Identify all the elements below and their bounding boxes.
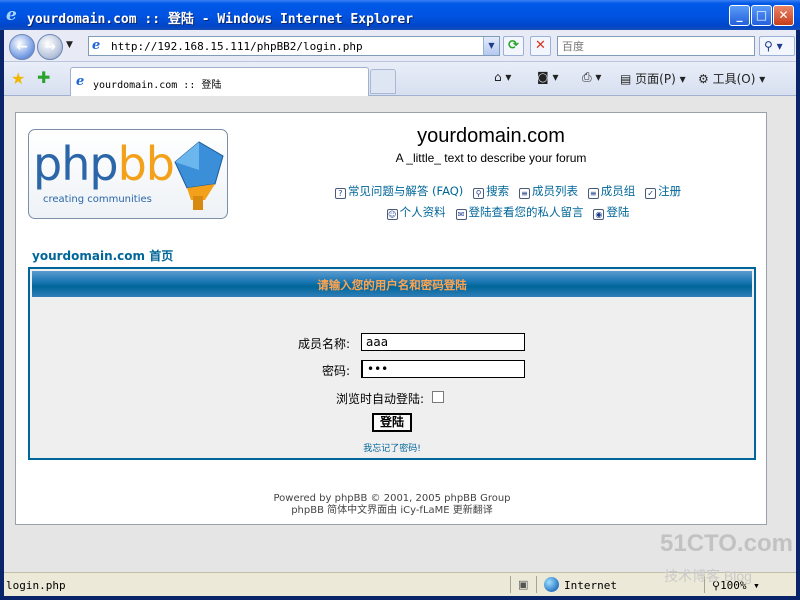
logo-text: phpbb	[33, 137, 175, 191]
nav-line-1: ? 常见问题与解答 (FAQ) ⚲ 搜索 ≡ 成员列表 ≡ 成员组 ✓ 注册	[298, 181, 718, 202]
faq-icon: ?	[334, 188, 346, 199]
history-dropdown-icon[interactable]: ▼	[66, 40, 73, 50]
autologin-label: 浏览时自动登陆:	[335, 392, 424, 406]
forward-button[interactable]: →	[37, 34, 63, 60]
login-header: 请输入您的用户名和密码登陆	[32, 271, 752, 297]
close-button[interactable]: ✕	[773, 5, 794, 26]
logo-tagline: creating communities	[43, 194, 152, 205]
messages-icon: ✉	[455, 209, 467, 220]
address-url[interactable]: http://192.168.15.111/phpBB2/login.php	[111, 40, 363, 53]
page-menu-label: 页面(P)	[635, 72, 676, 86]
search-box[interactable]	[557, 36, 755, 56]
favorites-star-icon[interactable]: ★	[11, 69, 25, 88]
nav-line-2: ☺ 个人资料 ✉ 登陆查看您的私人留言 ◉ 登陆	[298, 202, 718, 223]
address-dropdown-icon[interactable]: ▼	[483, 37, 499, 55]
nav-login[interactable]: ◉ 登陆	[593, 205, 629, 220]
footer-translation: phpBB 简体中文界面由 iCy-fLaME 更新翻译	[291, 505, 493, 516]
nav-search[interactable]: ⚲ 搜索	[473, 184, 509, 199]
members-icon: ≡	[518, 188, 530, 199]
footer-copyright[interactable]: Powered by phpBB © 2001, 2005 phpBB Grou…	[16, 493, 768, 505]
tab-login[interactable]: e yourdomain.com :: 登陆	[70, 67, 369, 96]
tab-bar: ★ ✚ e yourdomain.com :: 登陆 ⌂ ▾ ◙ ▾ ⎙ ▾ ▤…	[4, 62, 796, 96]
nav-profile[interactable]: ☺ 个人资料	[386, 205, 446, 220]
feeds-icon[interactable]: ◙ ▾	[537, 70, 558, 84]
breadcrumb[interactable]: yourdomain.com 首页	[32, 247, 173, 264]
login-icon: ◉	[593, 209, 605, 220]
title-bar: e yourdomain.com :: 登陆 - Windows Interne…	[0, 0, 800, 30]
site-title[interactable]: yourdomain.com	[316, 125, 666, 148]
zone-label: Internet	[564, 579, 617, 592]
password-field[interactable]: •••	[361, 360, 525, 378]
back-button[interactable]: ←	[9, 34, 35, 60]
nav-faq[interactable]: ? 常见问题与解答 (FAQ)	[334, 184, 463, 199]
page-icon: e	[92, 38, 101, 53]
stop-button[interactable]: ✕	[530, 36, 551, 56]
home-icon[interactable]: ⌂ ▾	[494, 70, 511, 84]
password-label: 密码:	[321, 364, 350, 378]
print-icon[interactable]: ⎙ ▾	[582, 70, 601, 85]
tab-label: yourdomain.com :: 登陆	[93, 80, 222, 91]
site-description: A _little_ text to describe your forum	[395, 151, 587, 165]
add-favorite-icon[interactable]: ✚	[37, 68, 50, 87]
page-footer: Powered by phpBB © 2001, 2005 phpBB Grou…	[16, 493, 768, 517]
login-button[interactable]: 登陆	[372, 413, 412, 432]
navigation-bar: ← → ▼ e http://192.168.15.111/phpBB2/log…	[4, 30, 796, 62]
status-text: login.php	[6, 579, 66, 592]
internet-zone-icon	[544, 577, 559, 592]
nav-members[interactable]: ≡ 成员列表	[518, 184, 578, 199]
login-panel: 请输入您的用户名和密码登陆 成员名称: aaa 密码: ••• 浏览时自动登陆:…	[28, 267, 756, 460]
logo-graphic-icon	[174, 141, 224, 210]
forgot-password-link[interactable]: 我忘记了密码!	[30, 441, 754, 454]
new-tab-button[interactable]	[370, 69, 396, 94]
phpbb-logo[interactable]: phpbb creating communities	[28, 129, 228, 219]
watermark-subtext: 技术博客 Blog	[664, 568, 752, 584]
refresh-button[interactable]: ⟳	[503, 36, 524, 56]
browser-content: phpbb creating communities yourdomain.co…	[4, 96, 796, 572]
status-divider	[510, 576, 511, 593]
search-input[interactable]	[558, 37, 754, 55]
minimize-button[interactable]: _	[729, 5, 750, 26]
groups-icon: ≡	[587, 188, 599, 199]
search-icon: ⚲	[473, 188, 485, 199]
nav-messages[interactable]: ✉ 登陆查看您的私人留言	[455, 205, 584, 220]
tools-menu-button[interactable]: ⚙ 工具(O) ▾	[698, 70, 765, 87]
tools-menu-label: 工具(O)	[712, 72, 756, 86]
watermark-text: 51CTO.com	[660, 530, 793, 557]
profile-icon: ☺	[386, 209, 398, 220]
forum-page: phpbb creating communities yourdomain.co…	[15, 112, 767, 525]
register-icon: ✓	[645, 188, 657, 199]
nav-groups[interactable]: ≡ 成员组	[587, 184, 635, 199]
autologin-checkbox[interactable]	[432, 391, 444, 403]
nav-register[interactable]: ✓ 注册	[645, 184, 681, 199]
tab-page-icon: e	[76, 74, 85, 89]
forum-nav: ? 常见问题与解答 (FAQ) ⚲ 搜索 ≡ 成员列表 ≡ 成员组 ✓ 注册 ☺ 个人资料 …	[298, 181, 718, 223]
window-title: yourdomain.com :: 登陆 - Windows Internet …	[27, 12, 414, 27]
address-bar[interactable]: e http://192.168.15.111/phpBB2/login.php…	[88, 36, 500, 56]
maximize-button[interactable]: □	[751, 5, 772, 26]
protected-mode-icon: ▣	[518, 578, 529, 591]
status-divider	[536, 576, 537, 593]
magnifier-icon: ⚲	[764, 39, 773, 53]
search-button[interactable]: ⚲ ▾	[759, 36, 795, 56]
username-label: 成员名称:	[297, 337, 350, 351]
username-field[interactable]: aaa	[361, 333, 525, 351]
ie-logo-icon: e	[6, 5, 17, 25]
page-menu-button[interactable]: ▤ 页面(P) ▾	[620, 70, 686, 87]
login-header-title: 请输入您的用户名和密码登陆	[317, 278, 467, 292]
